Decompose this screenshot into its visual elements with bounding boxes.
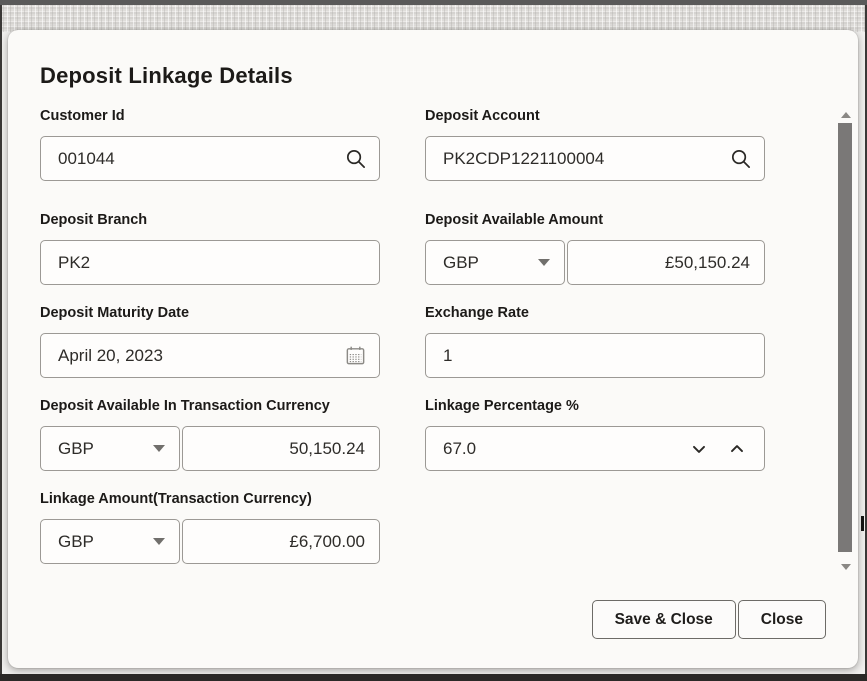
deposit-available-txn-currency-input[interactable] [183, 427, 379, 470]
empty-cell [425, 491, 765, 564]
search-icon [729, 147, 752, 170]
exchange-rate-input[interactable] [426, 334, 764, 377]
linkage-amount-input[interactable] [183, 520, 379, 563]
exchange-rate-label: Exchange Rate [425, 305, 765, 322]
deposit-branch-field: Deposit Branch [40, 212, 380, 285]
dropdown-caret-icon [153, 538, 165, 545]
linkage-percentage-decrement-button[interactable] [686, 436, 712, 462]
date-picker-button[interactable] [343, 344, 367, 368]
chevron-up-icon [727, 439, 747, 459]
customer-id-input[interactable] [41, 137, 379, 180]
window-frame-left [0, 0, 2, 681]
dropdown-caret-icon [538, 259, 550, 266]
deposit-available-amount-input[interactable] [568, 241, 764, 284]
deposit-maturity-date-label: Deposit Maturity Date [40, 305, 380, 322]
deposit-maturity-date-input[interactable] [41, 334, 379, 377]
calendar-icon [344, 344, 367, 367]
linkage-amount-label: Linkage Amount(Transaction Currency) [40, 491, 380, 508]
modal-footer: Save & Close Close [8, 600, 826, 639]
search-icon [344, 147, 367, 170]
linkage-percentage-label: Linkage Percentage % [425, 398, 765, 415]
scroll-down-arrow-icon[interactable] [841, 564, 851, 570]
chevron-down-icon [689, 439, 709, 459]
linkage-percentage-field: Linkage Percentage % [425, 398, 765, 471]
scrollbar[interactable] [838, 112, 853, 570]
linkage-amount-currency-select[interactable]: GBP [40, 519, 180, 564]
customer-id-label: Customer Id [40, 108, 380, 125]
deposit-account-field: Deposit Account [425, 108, 765, 181]
linkage-amount-field: Linkage Amount(Transaction Currency) GBP [40, 491, 380, 564]
scrollbar-thumb[interactable] [838, 123, 852, 552]
deposit-available-txn-currency-select[interactable]: GBP [40, 426, 180, 471]
text-cursor-artifact [861, 516, 864, 531]
deposit-maturity-date-field: Deposit Maturity Date [40, 305, 380, 378]
linkage-percentage-increment-button[interactable] [724, 436, 750, 462]
currency-value: GBP [41, 532, 94, 552]
deposit-account-search-button[interactable] [728, 147, 752, 171]
deposit-branch-input[interactable] [41, 241, 379, 284]
customer-id-field: Customer Id [40, 108, 380, 181]
exchange-rate-field: Exchange Rate [425, 305, 765, 378]
currency-value: GBP [426, 253, 479, 273]
window-frame-top [0, 0, 867, 5]
blurred-page-backdrop [0, 5, 867, 32]
close-button[interactable]: Close [738, 600, 826, 639]
deposit-linkage-form: Customer Id Deposit Account [40, 108, 858, 564]
deposit-available-txn-currency-label: Deposit Available In Transaction Currenc… [40, 398, 380, 415]
deposit-account-label: Deposit Account [425, 108, 765, 125]
deposit-branch-label: Deposit Branch [40, 212, 380, 229]
deposit-available-amount-currency-select[interactable]: GBP [425, 240, 565, 285]
window-frame-bottom [0, 674, 867, 681]
dropdown-caret-icon [153, 445, 165, 452]
deposit-available-amount-field: Deposit Available Amount GBP [425, 212, 765, 285]
deposit-available-amount-label: Deposit Available Amount [425, 212, 765, 229]
deposit-account-input[interactable] [426, 137, 764, 180]
deposit-available-txn-currency-field: Deposit Available In Transaction Currenc… [40, 398, 380, 471]
deposit-linkage-details-modal: Deposit Linkage Details Customer Id Depo… [8, 30, 858, 668]
customer-id-search-button[interactable] [343, 147, 367, 171]
scroll-up-arrow-icon[interactable] [841, 112, 851, 118]
save-and-close-button[interactable]: Save & Close [592, 600, 736, 639]
modal-title: Deposit Linkage Details [40, 63, 858, 89]
currency-value: GBP [41, 439, 94, 459]
